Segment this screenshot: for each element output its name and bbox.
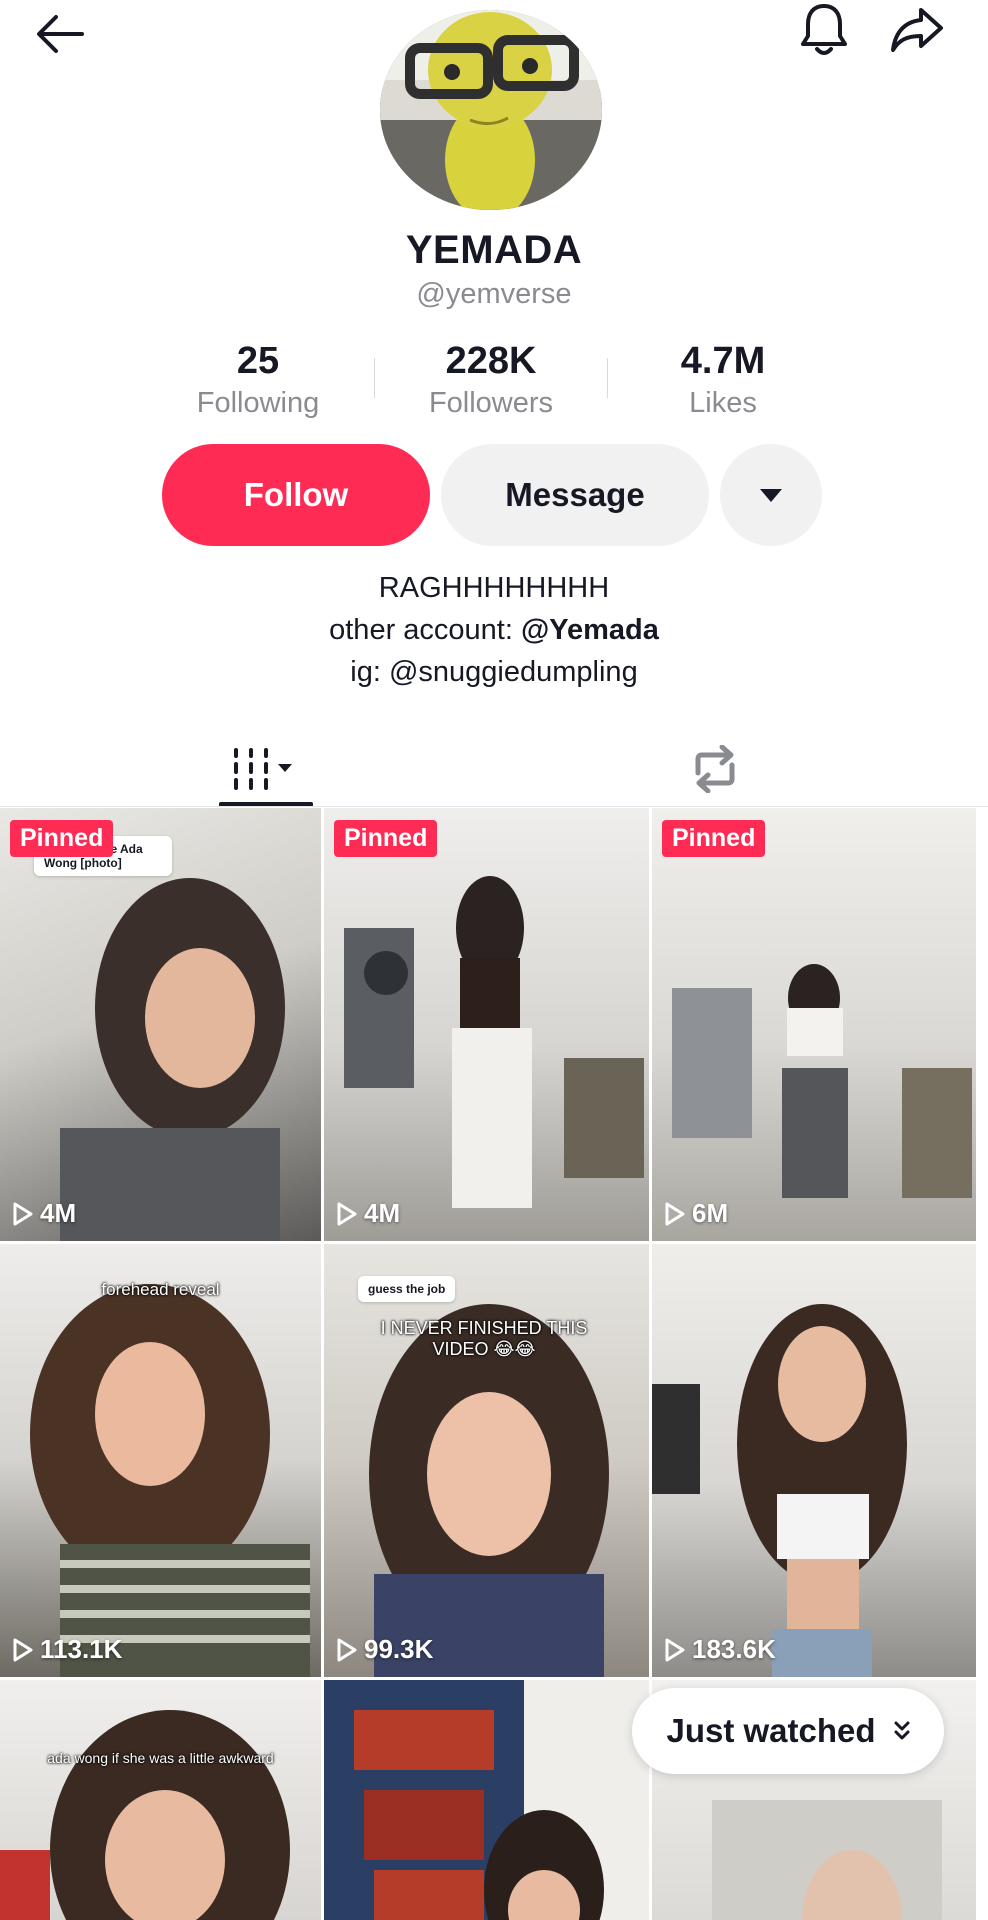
video-caption: forehead reveal [101,1280,220,1299]
arrow-left-icon [37,15,84,53]
play-icon [13,1638,33,1661]
play-icon [665,1638,685,1661]
view-count-value: 99.3K [364,1634,434,1664]
bio-other-account-link[interactable]: @Yemada [521,614,659,646]
message-button-label: Message [505,476,645,513]
tab-reposts[interactable] [680,732,750,806]
view-count-value: 183.6K [692,1634,776,1664]
share-arrow-icon [891,8,943,52]
profile-avatar[interactable] [380,10,602,210]
video-thumbnail [30,1284,310,1677]
just-watched-button[interactable]: Just watched [632,1688,944,1774]
video-tile[interactable]: Pinned 6M [652,808,976,1241]
video-thumbnail [344,876,644,1208]
video-tile[interactable] [324,1680,649,1920]
follow-button[interactable]: Follow [162,444,430,546]
stat-following-value: 25 [236,340,280,382]
video-thumbnail [0,1710,290,1920]
share-button[interactable] [884,0,950,60]
just-watched-label: Just watched [666,1712,876,1749]
notification-bell-button[interactable] [792,0,856,60]
view-count-value: 6M [692,1198,729,1228]
pinned-badge: Pinned [334,820,438,857]
bell-icon [801,4,847,55]
back-button[interactable] [24,4,96,64]
video-thumbnail [652,1304,907,1677]
display-name: YEMADA [405,228,583,272]
play-icon [13,1202,33,1225]
repost-icon [695,745,735,793]
view-count-value: 113.1K [40,1634,123,1664]
play-icon [665,1202,685,1225]
pinned-badge: Pinned [10,820,114,857]
stat-likes-label: Likes [689,387,757,419]
avatar-image [380,10,602,210]
comment-reply-sticker: guess the job [358,1276,456,1302]
videos-grid-icon [234,748,292,790]
view-count-value: 4M [40,1198,77,1228]
play-icon [337,1202,357,1225]
stat-likes-value: 4.7M [680,340,766,382]
video-thumbnail [369,1304,609,1677]
view-count: 6M [664,1198,728,1229]
message-button[interactable]: Message [441,444,709,546]
stat-followers[interactable]: 228K Followers [391,340,591,420]
stat-following[interactable]: 25 Following [158,340,358,420]
video-tile[interactable]: forehead reveal 113.1K [0,1244,321,1677]
stat-followers-label: Followers [428,387,554,419]
stat-divider [374,358,375,398]
video-caption: ada wong if she was a little awkward [47,1750,274,1766]
username: @yemverse [416,278,572,310]
stat-likes[interactable]: 4.7M Likes [623,340,823,420]
video-caption: I NEVER FINISHED THIS VIDEO 😂😂 [380,1318,588,1359]
more-options-button[interactable] [720,444,822,546]
tab-videos[interactable] [218,732,312,806]
bio-line-2: other account: @Yemada [0,614,988,647]
video-tile[interactable]: Pinned 4M [324,808,649,1241]
follow-button-label: Follow [243,476,349,513]
view-count: 113.1K [12,1634,122,1665]
view-count: 99.3K [336,1634,433,1665]
video-thumbnail [324,1680,604,1920]
bio-line-1: RAGHHHHHHHH [378,572,610,604]
view-count: 4M [12,1198,76,1229]
stat-following-label: Following [196,387,320,419]
caret-down-icon [760,489,782,502]
pinned-badge: Pinned [662,820,766,857]
video-tile[interactable]: You look like Ada Wong [photo] Pinned 4M [0,808,321,1241]
tabs-divider [0,806,988,807]
video-tile[interactable]: guess the job I NEVER FINISHED THIS VIDE… [324,1244,649,1677]
bio-line-3: ig: @snuggiedumpling [350,656,638,688]
double-chevron-down-icon [894,1721,910,1740]
video-tile[interactable]: ada wong if she was a little awkward [0,1680,321,1920]
stat-divider [607,358,608,398]
video-tile[interactable]: 183.6K [652,1244,976,1677]
view-count-value: 4M [364,1198,401,1228]
view-count: 4M [336,1198,400,1229]
play-icon [337,1638,357,1661]
bio-other-account-label: other account: [329,614,521,646]
view-count: 183.6K [664,1634,776,1665]
stat-followers-value: 228K [445,340,537,382]
video-thumbnail [672,964,972,1198]
